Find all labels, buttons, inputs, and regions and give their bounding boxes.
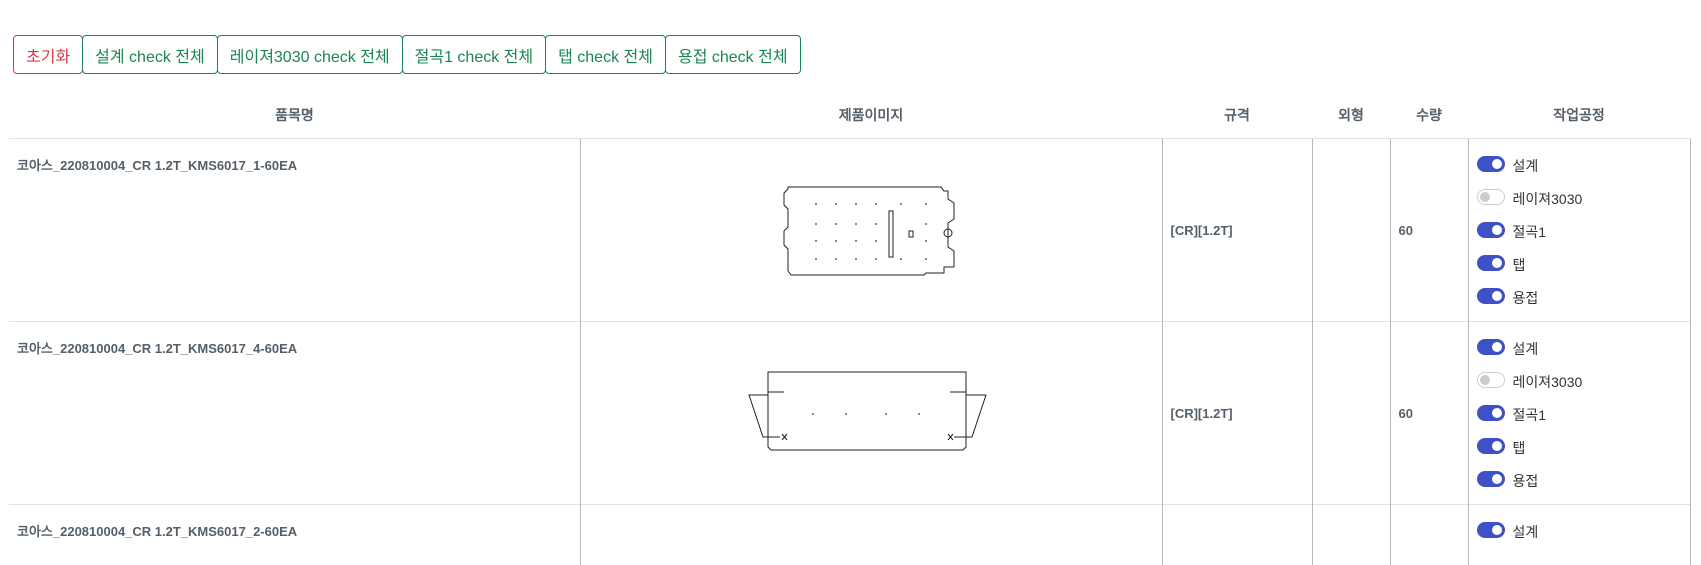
process-label: 탭 bbox=[1512, 256, 1526, 273]
check-all-tap-button[interactable]: 탭 check 전체 bbox=[545, 35, 666, 74]
process-toggle-design[interactable]: 설계 bbox=[1476, 149, 1682, 182]
header-work-process: 작업공정 bbox=[1468, 92, 1690, 139]
toolbar: 초기화 설계 check 전체 레이져3030 check 전체 절곡1 che… bbox=[13, 35, 801, 74]
product-drawing-image bbox=[748, 371, 987, 450]
process-label: 설계 bbox=[1512, 340, 1539, 357]
process-label: 설계 bbox=[1512, 523, 1539, 540]
shape-value bbox=[1312, 321, 1391, 505]
work-process-cell: 설계 bbox=[1468, 504, 1691, 565]
process-label: 설계 bbox=[1512, 157, 1539, 174]
process-label: 절곡1 bbox=[1512, 406, 1547, 423]
spec-value: [CR][1.2T] bbox=[1162, 321, 1313, 505]
process-toggle-bending1[interactable]: 절곡1 bbox=[1476, 215, 1682, 248]
toggle-switch-off[interactable] bbox=[1476, 188, 1505, 205]
table-row: 코아스_220810004_CR 1.2T_KMS6017_1-60EA [CR… bbox=[9, 138, 1691, 322]
work-process-cell: 설계 레이져3030 절곡1 탭 용접 bbox=[1468, 321, 1691, 505]
check-all-welding-button[interactable]: 용접 check 전체 bbox=[664, 35, 801, 74]
process-toggle-welding[interactable]: 용접 bbox=[1476, 464, 1682, 497]
process-label: 용접 bbox=[1512, 289, 1539, 306]
item-name: 코아스_220810004_CR 1.2T_KMS6017_1-60EA bbox=[9, 138, 581, 322]
spec-value bbox=[1162, 504, 1313, 565]
spec-value: [CR][1.2T] bbox=[1162, 138, 1313, 322]
process-label: 절곡1 bbox=[1512, 223, 1547, 240]
toggle-switch-on[interactable] bbox=[1476, 521, 1505, 538]
header-spec: 규격 bbox=[1162, 92, 1312, 139]
quantity-value bbox=[1390, 504, 1469, 565]
toggle-switch-on[interactable] bbox=[1476, 221, 1505, 238]
toggle-switch-on[interactable] bbox=[1476, 470, 1505, 487]
toggle-switch-on[interactable] bbox=[1476, 338, 1505, 355]
work-order-table: 품목명 제품이미지 규격 외형 수량 작업공정 코아스_220810004_CR… bbox=[9, 92, 1691, 565]
product-drawing-image bbox=[783, 186, 955, 275]
process-toggle-bending1[interactable]: 절곡1 bbox=[1476, 398, 1682, 431]
toggle-switch-on[interactable] bbox=[1476, 287, 1505, 304]
shape-value bbox=[1312, 138, 1391, 322]
header-product-image: 제품이미지 bbox=[580, 92, 1162, 139]
header-shape: 외형 bbox=[1312, 92, 1390, 139]
work-process-cell: 설계 레이져3030 절곡1 탭 용접 bbox=[1468, 138, 1691, 322]
process-toggle-tap[interactable]: 탭 bbox=[1476, 248, 1682, 281]
process-toggle-welding[interactable]: 용접 bbox=[1476, 281, 1682, 314]
toggle-switch-on[interactable] bbox=[1476, 437, 1505, 454]
process-label: 레이져3030 bbox=[1512, 373, 1583, 390]
product-image-cell bbox=[579, 321, 1163, 505]
process-toggle-tap[interactable]: 탭 bbox=[1476, 431, 1682, 464]
shape-value bbox=[1312, 504, 1391, 565]
header-item-name: 품목명 bbox=[9, 92, 580, 139]
toggle-switch-off[interactable] bbox=[1476, 371, 1505, 388]
quantity-value: 60 bbox=[1390, 138, 1469, 322]
quantity-value: 60 bbox=[1390, 321, 1469, 505]
product-image-cell bbox=[579, 504, 1163, 565]
process-toggle-laser3030[interactable]: 레이져3030 bbox=[1476, 365, 1682, 398]
table-row: 코아스_220810004_CR 1.2T_KMS6017_2-60EA 설계 bbox=[9, 504, 1691, 565]
process-label: 레이져3030 bbox=[1512, 190, 1583, 207]
process-label: 탭 bbox=[1512, 439, 1526, 456]
header-quantity: 수량 bbox=[1390, 92, 1468, 139]
table-header-row: 품목명 제품이미지 규격 외형 수량 작업공정 bbox=[9, 92, 1690, 139]
process-label: 용접 bbox=[1512, 472, 1539, 489]
check-all-bending1-button[interactable]: 절곡1 check 전체 bbox=[401, 35, 547, 74]
product-image-cell bbox=[579, 138, 1163, 322]
process-toggle-design[interactable]: 설계 bbox=[1476, 515, 1682, 548]
check-all-laser3030-button[interactable]: 레이져3030 check 전체 bbox=[216, 35, 403, 74]
table-row: 코아스_220810004_CR 1.2T_KMS6017_4-60EA [CR… bbox=[9, 321, 1691, 505]
process-toggle-design[interactable]: 설계 bbox=[1476, 332, 1682, 365]
toggle-switch-on[interactable] bbox=[1476, 254, 1505, 271]
check-all-design-button[interactable]: 설계 check 전체 bbox=[82, 35, 218, 74]
item-name: 코아스_220810004_CR 1.2T_KMS6017_4-60EA bbox=[9, 321, 581, 505]
item-name: 코아스_220810004_CR 1.2T_KMS6017_2-60EA bbox=[9, 504, 581, 565]
process-toggle-laser3030[interactable]: 레이져3030 bbox=[1476, 182, 1682, 215]
toggle-switch-on[interactable] bbox=[1476, 404, 1505, 421]
reset-button[interactable]: 초기화 bbox=[13, 35, 84, 74]
toggle-switch-on[interactable] bbox=[1476, 155, 1505, 172]
